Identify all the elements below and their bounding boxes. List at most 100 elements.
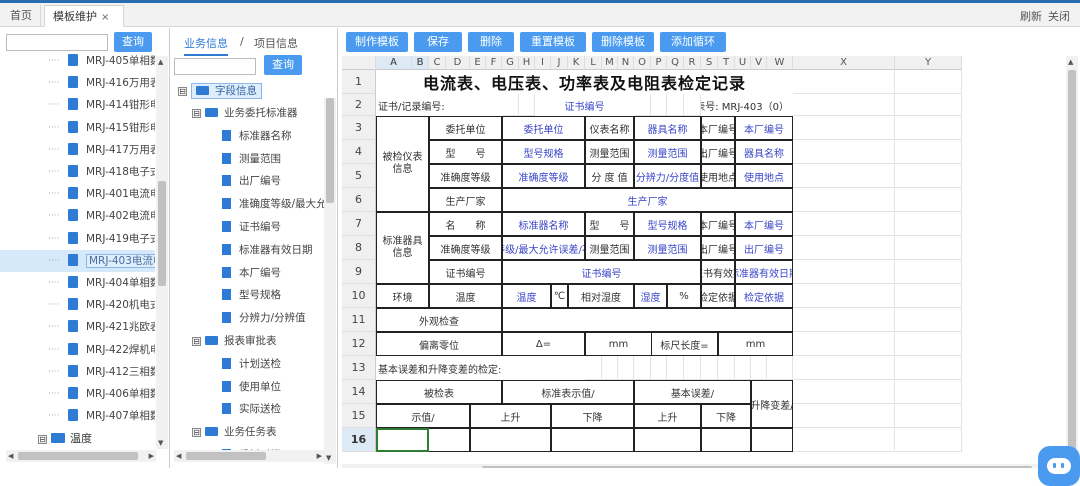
row-header[interactable]: 10 — [342, 284, 376, 308]
sheet-cell[interactable]: 型号规格 — [634, 212, 701, 236]
grid-cell[interactable] — [793, 404, 895, 428]
sheet-cell[interactable]: 湿度 — [634, 284, 667, 308]
grid-cell[interactable] — [895, 188, 962, 212]
refresh-button[interactable]: 刷新 — [1020, 8, 1042, 24]
grid-cell[interactable] — [701, 356, 718, 380]
grid-cell[interactable] — [895, 70, 962, 94]
tree-field-item[interactable]: 使用单位 — [222, 376, 281, 398]
column-header[interactable]: S — [701, 56, 718, 70]
grid-cell[interactable] — [793, 94, 895, 116]
grid-cell[interactable] — [793, 428, 895, 452]
mid-scroll-thumb[interactable] — [326, 98, 334, 203]
tree-field-item[interactable]: 实际送检 — [222, 398, 281, 420]
scroll-up-icon[interactable]: ▲ — [158, 58, 163, 66]
grid-cell[interactable] — [895, 404, 962, 428]
scroll-right-icon[interactable]: ▶ — [149, 452, 154, 460]
column-header[interactable]: B — [412, 56, 429, 70]
grid-cell[interactable] — [895, 94, 962, 116]
sheet-cell[interactable]: 测量范围 — [634, 140, 701, 164]
tree-root-node[interactable]: 字段信息 — [191, 83, 262, 99]
template-list-item[interactable]: ···· MRJ-412三相数 — [0, 361, 155, 383]
tab-project-info[interactable]: 项目信息 — [254, 35, 298, 51]
sheet-cell[interactable]: 本厂编号 — [735, 212, 793, 236]
column-header[interactable]: Q — [667, 56, 684, 70]
grid-cell[interactable] — [618, 356, 634, 380]
grid-cell[interactable] — [793, 356, 895, 380]
grid-cell[interactable] — [793, 70, 895, 94]
sheet-vertical-scrollbar[interactable]: ▲ — [1066, 56, 1078, 462]
template-list-item[interactable]: ···· MRJ-421兆欧表 — [0, 316, 155, 338]
row-header[interactable]: 15 — [342, 404, 376, 428]
sheet-cell[interactable]: 出厂编号 — [735, 236, 793, 260]
tree-group[interactable]: ⊟ 报表审批表 — [192, 330, 277, 352]
template-list-item[interactable]: ···· MRJ-406单相数 — [0, 383, 155, 405]
sheet-cell[interactable]: 仪表名称 — [585, 116, 634, 140]
sheet-hscroll-thumb[interactable] — [482, 466, 1032, 468]
row-header[interactable]: 5 — [342, 164, 376, 188]
scroll-down-icon[interactable]: ▼ — [158, 439, 163, 447]
sheet-title[interactable]: 电流表、电压表、功率表及电阻表检定记录 — [376, 70, 793, 94]
template-list-item[interactable]: ···· MRJ-414钳形电 — [0, 94, 155, 116]
sheet-cell[interactable]: 型 号 — [585, 212, 634, 236]
column-header[interactable]: C — [429, 56, 446, 70]
grid-cell[interactable] — [793, 236, 895, 260]
grid-cell[interactable] — [793, 116, 895, 140]
tree-field-item[interactable]: 分辨力/分辨值 — [222, 307, 306, 329]
column-header[interactable]: E — [470, 56, 486, 70]
sheet-cell[interactable]: 型号规格 — [502, 140, 585, 164]
template-list-item[interactable]: ···· MRJ-405单相数 — [0, 50, 155, 72]
selected-cell-cursor[interactable] — [376, 428, 429, 452]
toolbar-button[interactable]: 重置模板 — [520, 32, 586, 52]
sheet-cell[interactable]: 器具名称 — [634, 116, 701, 140]
collapse-icon[interactable]: ⊟ — [192, 109, 201, 118]
sheet-cell[interactable] — [551, 428, 634, 452]
sheet-cell[interactable]: 准确度等级 — [429, 164, 502, 188]
toolbar-button[interactable]: 制作模板 — [346, 32, 408, 52]
sheet-cell[interactable]: 型 号 — [429, 140, 502, 164]
sheet-cell[interactable]: 相对湿度 — [568, 284, 634, 308]
sheet-cell[interactable]: 偏离零位 — [376, 332, 502, 356]
grid-cell[interactable] — [651, 356, 667, 380]
sheet-cell[interactable]: 被检表 — [376, 380, 502, 404]
tab-business-info[interactable]: 业务信息 — [184, 35, 228, 56]
sheet-cell[interactable]: 委托单位 — [502, 116, 585, 140]
mid-horizontal-scrollbar[interactable]: ◀ ▶ — [174, 450, 324, 462]
grid-cell[interactable] — [585, 356, 602, 380]
tree-field-item[interactable]: 标准器名称 — [222, 125, 292, 147]
column-header[interactable]: O — [634, 56, 651, 70]
template-list-item[interactable]: ···· MRJ-403电流电 — [0, 249, 155, 272]
column-header[interactable]: U — [735, 56, 751, 70]
sheet-cell[interactable]: 本厂编号 — [701, 212, 735, 236]
sheet-cell[interactable]: 下降 — [701, 404, 751, 428]
collapse-icon[interactable]: ⊟ — [178, 87, 187, 96]
sheet-cell[interactable] — [634, 428, 701, 452]
column-header[interactable]: X — [793, 56, 895, 70]
field-search-input[interactable] — [174, 58, 256, 75]
column-header[interactable]: W — [767, 56, 793, 70]
grid-cell[interactable] — [502, 94, 519, 116]
column-header[interactable]: K — [568, 56, 585, 70]
sheet-cell[interactable]: 使用地点 — [701, 164, 735, 188]
grid-cell[interactable] — [895, 284, 962, 308]
template-search-button[interactable]: 查询 — [114, 32, 152, 52]
template-list-item[interactable]: ···· MRJ-419电子式 — [0, 228, 155, 250]
sheet-cell[interactable]: 下降 — [551, 404, 634, 428]
sheet-cell[interactable]: 上升 — [470, 404, 551, 428]
sheet-cell[interactable]: Δ= — [502, 332, 585, 356]
sheet-cell[interactable]: 标尺长度= — [651, 332, 718, 356]
column-header[interactable]: Y — [895, 56, 962, 70]
row-header[interactable]: 2 — [342, 94, 376, 116]
grid-cell[interactable] — [735, 356, 751, 380]
sheet-cell[interactable]: 温度 — [502, 284, 551, 308]
close-button[interactable]: 关闭 — [1048, 8, 1070, 24]
tree-field-item[interactable]: 出厂编号 — [222, 170, 281, 192]
column-header[interactable]: F — [486, 56, 502, 70]
template-list-item[interactable]: ···· MRJ-417万用表 — [0, 139, 155, 161]
tree-field-item[interactable]: 型号规格 — [222, 284, 281, 306]
sheet-cell[interactable]: 生产厂家 — [502, 188, 793, 212]
template-list-item[interactable]: ···· MRJ-415钳形电 — [0, 117, 155, 139]
grid-cell[interactable] — [895, 308, 962, 332]
left-horizontal-scrollbar[interactable]: ◀ ▶ — [6, 450, 156, 462]
tree-field-item[interactable]: 标准器有效日期 — [222, 239, 313, 261]
sheet-cell[interactable]: 环境 — [376, 284, 429, 308]
